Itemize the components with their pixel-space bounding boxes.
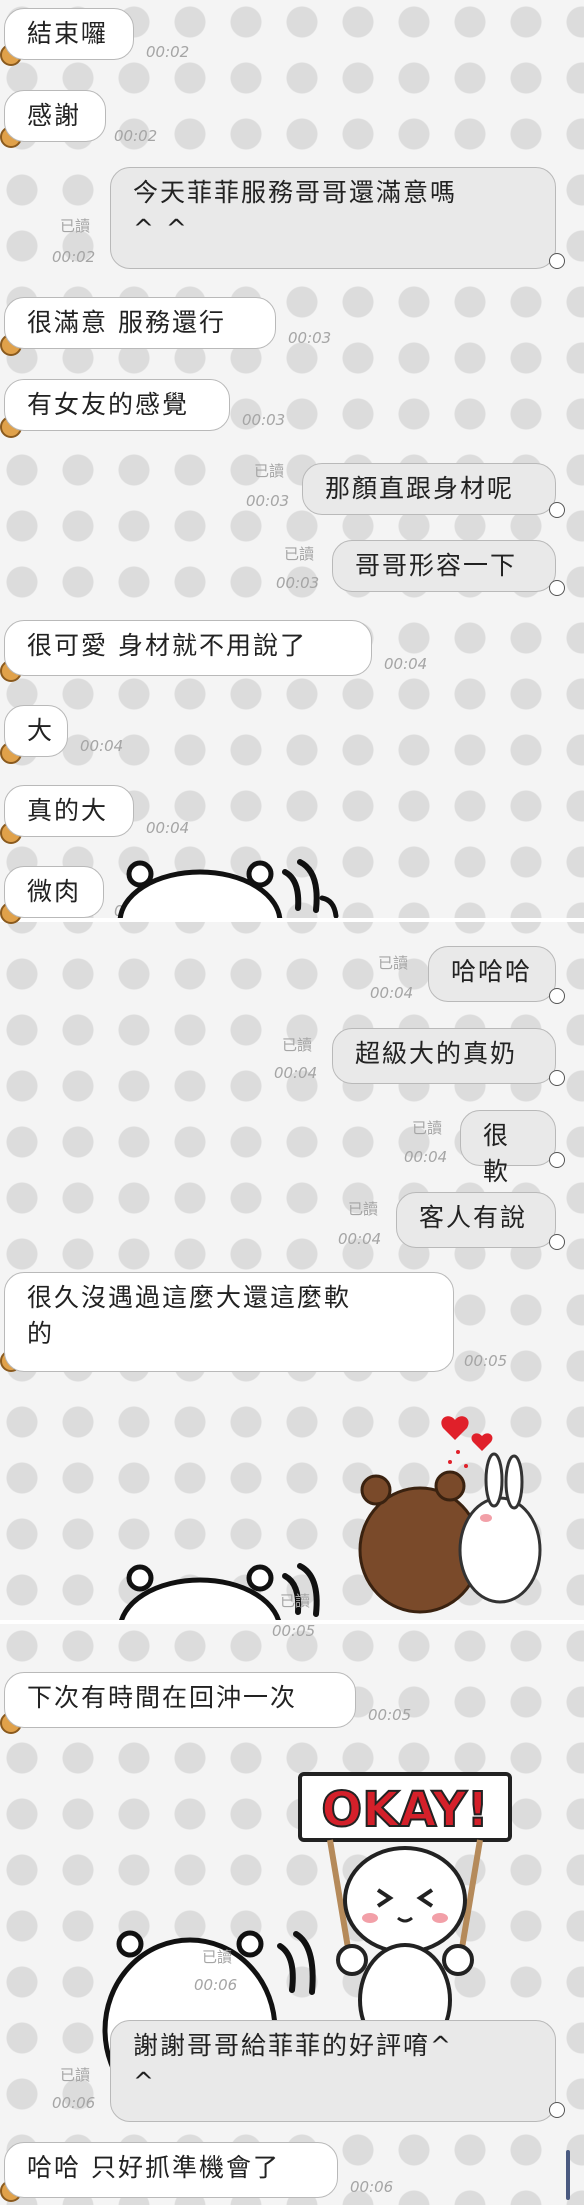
message-text: 很久沒遇過這麼大還這麼軟 的 <box>27 1283 352 1348</box>
message-text: 今天菲菲服務哥哥還滿意嗎 ^ ^ <box>133 178 458 243</box>
message-bubble-sent[interactable]: 哥哥形容一下 <box>332 540 556 592</box>
message-time: 00:05 <box>464 1352 508 1370</box>
read-receipt: 已讀 <box>378 954 409 972</box>
bubble-tail <box>549 2102 565 2118</box>
read-receipt: 已讀 <box>280 1592 311 1610</box>
message-time: 00:04 <box>338 1230 382 1248</box>
message-bubble-sent[interactable]: 很軟 <box>460 1110 556 1186</box>
read-receipt: 已讀 <box>282 1036 313 1054</box>
message-text: 謝謝哥哥給菲菲的好評唷^ ^ <box>133 2031 453 2096</box>
message-time: 00:04 <box>384 655 428 673</box>
message-text: 很滿意 服務還行 <box>27 308 226 337</box>
message-time: 00:03 <box>246 492 290 510</box>
message-bubble-sent[interactable]: 客人有說 <box>396 1192 556 1248</box>
okay-sign-text: OKAY! <box>321 1782 488 1838</box>
message-time: 00:05 <box>272 1622 316 1640</box>
message-bubble-sent[interactable]: 哈哈哈 <box>428 946 556 1002</box>
read-receipt: 已讀 <box>60 217 91 235</box>
bubble-tail <box>549 1234 565 1250</box>
message-bubble-sent[interactable]: 超級大的真奶 <box>332 1028 556 1084</box>
read-receipt: 已讀 <box>254 462 285 480</box>
message-time: 00:05 <box>368 1706 412 1724</box>
message-bubble-received[interactable]: 有女友的感覺 <box>4 379 230 431</box>
message-time: 00:06 <box>52 2094 96 2112</box>
read-receipt: 已讀 <box>284 545 315 563</box>
message-bubble-received[interactable]: 微肉 <box>4 866 104 918</box>
message-bubble-received[interactable]: 真的大 <box>4 785 134 837</box>
message-text: 大 <box>27 716 55 745</box>
message-text: 超級大的真奶 <box>355 1039 518 1068</box>
message-bubble-received[interactable]: 很可愛 身材就不用說了 <box>4 620 372 676</box>
message-time: 00:06 <box>194 1976 238 1994</box>
message-time: 00:03 <box>242 411 286 429</box>
message-text: 微肉 <box>27 877 82 906</box>
message-text: 感謝 <box>27 101 82 130</box>
message-text: 很軟 <box>483 1121 511 1186</box>
read-receipt: 已讀 <box>202 1948 233 1966</box>
message-time: 00:04 <box>370 984 414 1002</box>
bubble-tail <box>549 1152 565 1168</box>
message-text: 哈哈哈 <box>451 957 533 986</box>
message-time: 00:02 <box>52 248 96 266</box>
message-bubble-sent[interactable]: 今天菲菲服務哥哥還滿意嗎 ^ ^ <box>110 167 556 269</box>
bubble-tail <box>549 580 565 596</box>
message-time: 00:04 <box>80 737 124 755</box>
message-time: 00:04 <box>146 819 190 837</box>
message-text: 客人有說 <box>419 1203 528 1232</box>
message-text: 真的大 <box>27 796 109 825</box>
bear-sticker[interactable] <box>110 850 350 918</box>
message-time: 00:03 <box>276 574 320 592</box>
message-text: 結束囉 <box>27 19 109 48</box>
read-receipt: 已讀 <box>412 1119 443 1137</box>
scrollbar[interactable] <box>566 2150 570 2200</box>
message-bubble-received[interactable]: 大 <box>4 705 68 757</box>
read-receipt: 已讀 <box>60 2066 91 2084</box>
screenshot-seam <box>0 918 584 922</box>
message-bubble-received[interactable]: 下次有時間在回沖一次 <box>4 1672 356 1728</box>
bubble-tail <box>549 253 565 269</box>
message-text: 哈哈 只好抓準機會了 <box>27 2153 280 2182</box>
read-receipt: 已讀 <box>348 1200 379 1218</box>
message-bubble-sent[interactable]: 那顏直跟身材呢 <box>302 463 556 515</box>
message-time: 00:03 <box>288 329 332 347</box>
message-time: 00:02 <box>114 127 158 145</box>
message-bubble-received[interactable]: 很久沒遇過這麼大還這麼軟 的 <box>4 1272 454 1372</box>
message-bubble-sent[interactable]: 謝謝哥哥給菲菲的好評唷^ ^ <box>110 2020 556 2122</box>
message-text: 下次有時間在回沖一次 <box>27 1683 298 1712</box>
bubble-tail <box>549 502 565 518</box>
message-bubble-received[interactable]: 結束囉 <box>4 8 134 60</box>
message-bubble-received[interactable]: 感謝 <box>4 90 106 142</box>
message-time: 00:04 <box>274 1064 318 1082</box>
message-bubble-received[interactable]: 很滿意 服務還行 <box>4 297 276 349</box>
message-bubble-received[interactable]: 哈哈 只好抓準機會了 <box>4 2142 338 2198</box>
message-text: 那顏直跟身材呢 <box>325 474 515 503</box>
message-time: 00:02 <box>146 43 190 61</box>
bubble-tail <box>549 1070 565 1086</box>
message-text: 有女友的感覺 <box>27 390 190 419</box>
bubble-tail <box>549 988 565 1004</box>
message-time: 00:04 <box>404 1148 448 1166</box>
brown-cony-kiss-sticker[interactable] <box>110 1400 560 1620</box>
message-text: 很可愛 身材就不用說了 <box>27 631 307 660</box>
message-time: 00:06 <box>350 2178 394 2196</box>
message-text: 哥哥形容一下 <box>355 551 518 580</box>
